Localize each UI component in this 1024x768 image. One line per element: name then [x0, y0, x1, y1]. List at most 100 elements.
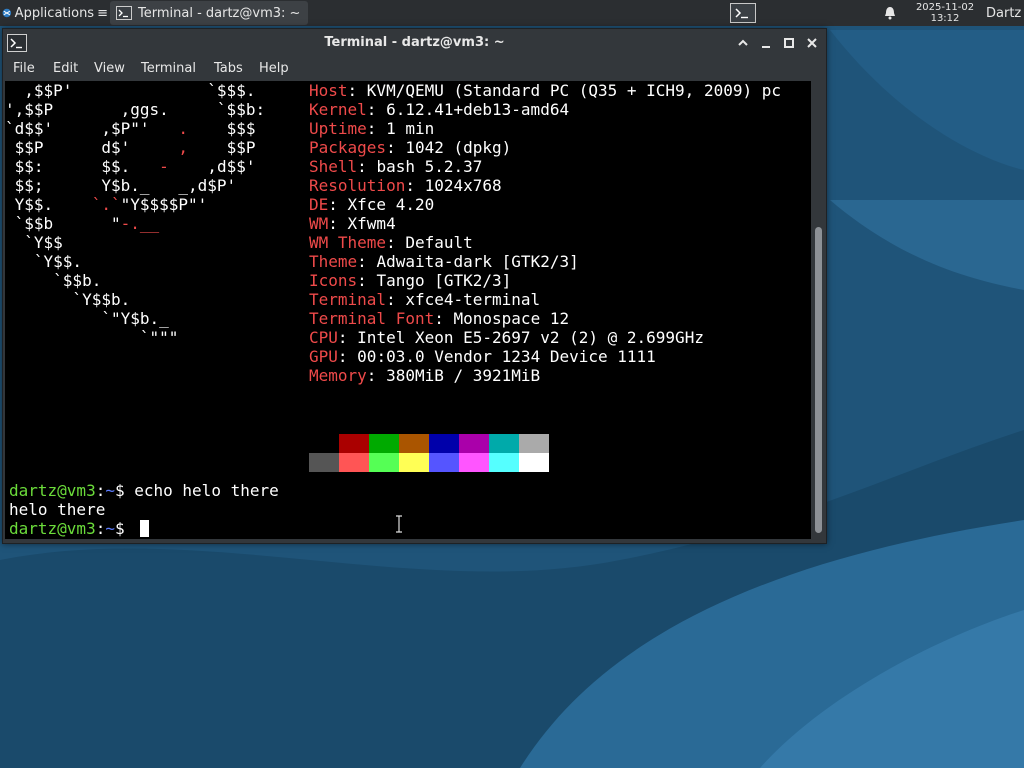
info-key: Kernel	[309, 100, 367, 119]
info-separator: :	[357, 157, 377, 176]
info-value: 380MiB / 3921MiB	[386, 366, 541, 385]
ascii-logo-line: `$$b.	[5, 271, 102, 290]
info-line: Kernel: 6.12.41+deb13-amd64	[309, 100, 569, 119]
menu-tabs[interactable]: Tabs	[210, 57, 247, 81]
menu-file[interactable]: File	[9, 57, 39, 81]
palette-swatch	[429, 434, 459, 453]
applications-label: Applications	[14, 5, 95, 21]
taskbar-terminal-button[interactable]: Terminal - dartz@vm3: ~	[110, 1, 308, 25]
ascii-logo-line: `Y$$b.	[5, 290, 131, 309]
active-prompt-line[interactable]: dartz@vm3:~$	[9, 519, 134, 538]
info-key: Packages	[309, 138, 387, 157]
info-line: DE: Xfce 4.20	[309, 195, 434, 214]
taskbar-terminal-label: Terminal - dartz@vm3: ~	[138, 5, 301, 21]
palette-swatch	[489, 453, 519, 472]
terminal-icon	[116, 6, 132, 20]
command-line: dartz@vm3:~$ echo helo there	[9, 481, 279, 500]
menu-help[interactable]: Help	[255, 57, 293, 81]
info-key: GPU	[309, 347, 338, 366]
info-separator: :	[405, 176, 425, 195]
minimize-button[interactable]	[756, 33, 776, 53]
prompt-path: ~	[105, 481, 115, 500]
close-icon	[807, 38, 817, 48]
info-value: 6.12.41+deb13-amd64	[386, 100, 570, 119]
info-line: GPU: 00:03.0 Vendor 1234 Device 1111	[309, 347, 656, 366]
ascii-logo-line: Y$$. `.`"Y$$$$P"'	[5, 195, 208, 214]
info-separator: :	[434, 309, 454, 328]
prompt-separator: :	[95, 519, 106, 538]
palette-swatch	[309, 453, 339, 472]
terminal-output-area[interactable]: ,$$P' `$$$. ',$$P ,ggs. `$$b: `d$$' ,$P"…	[5, 81, 811, 539]
info-separator: :	[328, 214, 348, 233]
terminal-launcher-button[interactable]	[727, 0, 759, 26]
terminal-icon	[730, 3, 756, 23]
shade-button[interactable]	[733, 33, 753, 53]
palette-swatch	[489, 434, 519, 453]
info-line: Host: KVM/QEMU (Standard PC (Q35 + ICH9,…	[309, 81, 781, 100]
ascii-logo-line: ,$$P' `$$$.	[5, 81, 256, 100]
window-title: Terminal - dartz@vm3: ~	[324, 35, 505, 50]
maximize-icon	[784, 38, 794, 48]
terminal-window: Terminal - dartz@vm3: ~ File Edit View T…	[2, 28, 827, 544]
menu-terminal[interactable]: Terminal	[137, 57, 200, 81]
user-name-label: Dartz	[986, 5, 1022, 21]
ascii-logo-line: $$; Y$b._ _,d$P'	[5, 176, 237, 195]
prompt-user: dartz@vm3	[9, 481, 96, 500]
palette-swatch	[429, 453, 459, 472]
info-separator: :	[328, 195, 348, 214]
ascii-logo-line: `"Y$b._	[5, 309, 169, 328]
info-separator: :	[357, 271, 377, 290]
info-line: Resolution: 1024x768	[309, 176, 502, 195]
info-value: Adwaita-dark [GTK2/3]	[376, 252, 579, 271]
palette-swatch	[399, 434, 429, 453]
ascii-logo-line: `Y$$.	[5, 252, 83, 271]
terminal-scrollbar[interactable]	[812, 81, 826, 539]
close-button[interactable]	[802, 33, 822, 53]
info-key: Memory	[309, 366, 367, 385]
applications-menu-button[interactable]: Applications ≡	[0, 0, 108, 26]
user-menu-button[interactable]: Dartz	[986, 0, 1024, 26]
info-key: Icons	[309, 271, 358, 290]
palette-swatch	[339, 453, 369, 472]
clock[interactable]: 2025-11-02 13:12	[905, 0, 985, 26]
xfce-mouse-icon	[2, 8, 12, 18]
color-palette	[309, 434, 549, 472]
info-line: Icons: Tango [GTK2/3]	[309, 271, 511, 290]
info-key: Shell	[309, 157, 358, 176]
palette-swatch	[519, 453, 549, 472]
window-titlebar[interactable]: Terminal - dartz@vm3: ~	[3, 29, 826, 57]
info-key: Terminal	[309, 290, 387, 309]
command-text: echo helo there	[134, 481, 279, 500]
menu-edit[interactable]: Edit	[49, 57, 82, 81]
scrollbar-thumb[interactable]	[815, 227, 822, 533]
ascii-logo-line: `$$b "-.__	[5, 214, 160, 233]
ascii-logo-line: ',$$P ,ggs. `$$b:	[5, 100, 266, 119]
menu-view[interactable]: View	[90, 57, 129, 81]
info-key: Uptime	[309, 119, 367, 138]
info-line: Packages: 1042 (dpkg)	[309, 138, 511, 157]
info-line: Terminal: xfce4-terminal	[309, 290, 540, 309]
palette-swatch	[339, 434, 369, 453]
info-value: 1024x768	[424, 176, 502, 195]
palette-swatch	[459, 453, 489, 472]
ascii-logo-line: `d$$' ,$P"' . $$$	[5, 119, 256, 138]
info-key: WM	[309, 214, 329, 233]
ascii-logo-line: `Y$$	[5, 233, 63, 252]
palette-swatch	[459, 434, 489, 453]
prompt-user: dartz@vm3	[9, 519, 96, 538]
top-panel: Applications ≡ Terminal - dartz@vm3: ~ 2…	[0, 0, 1024, 26]
applications-overflow-icon: ≡	[97, 5, 108, 21]
info-separator: :	[366, 119, 387, 138]
info-line: Uptime: 1 min	[309, 119, 434, 138]
maximize-button[interactable]	[779, 33, 799, 53]
info-value: Xfce 4.20	[347, 195, 435, 214]
prompt-symbol: $	[114, 481, 135, 500]
ibeam-cursor-icon	[396, 515, 402, 533]
info-key: Host	[309, 81, 348, 100]
notifications-button[interactable]	[880, 0, 900, 26]
info-line: WM Theme: Default	[309, 233, 473, 252]
ascii-logo-line: $$P d$' , $$P	[5, 138, 256, 157]
prompt-separator: :	[95, 481, 106, 500]
prompt-symbol: $	[114, 519, 135, 538]
minimize-icon	[762, 46, 770, 48]
